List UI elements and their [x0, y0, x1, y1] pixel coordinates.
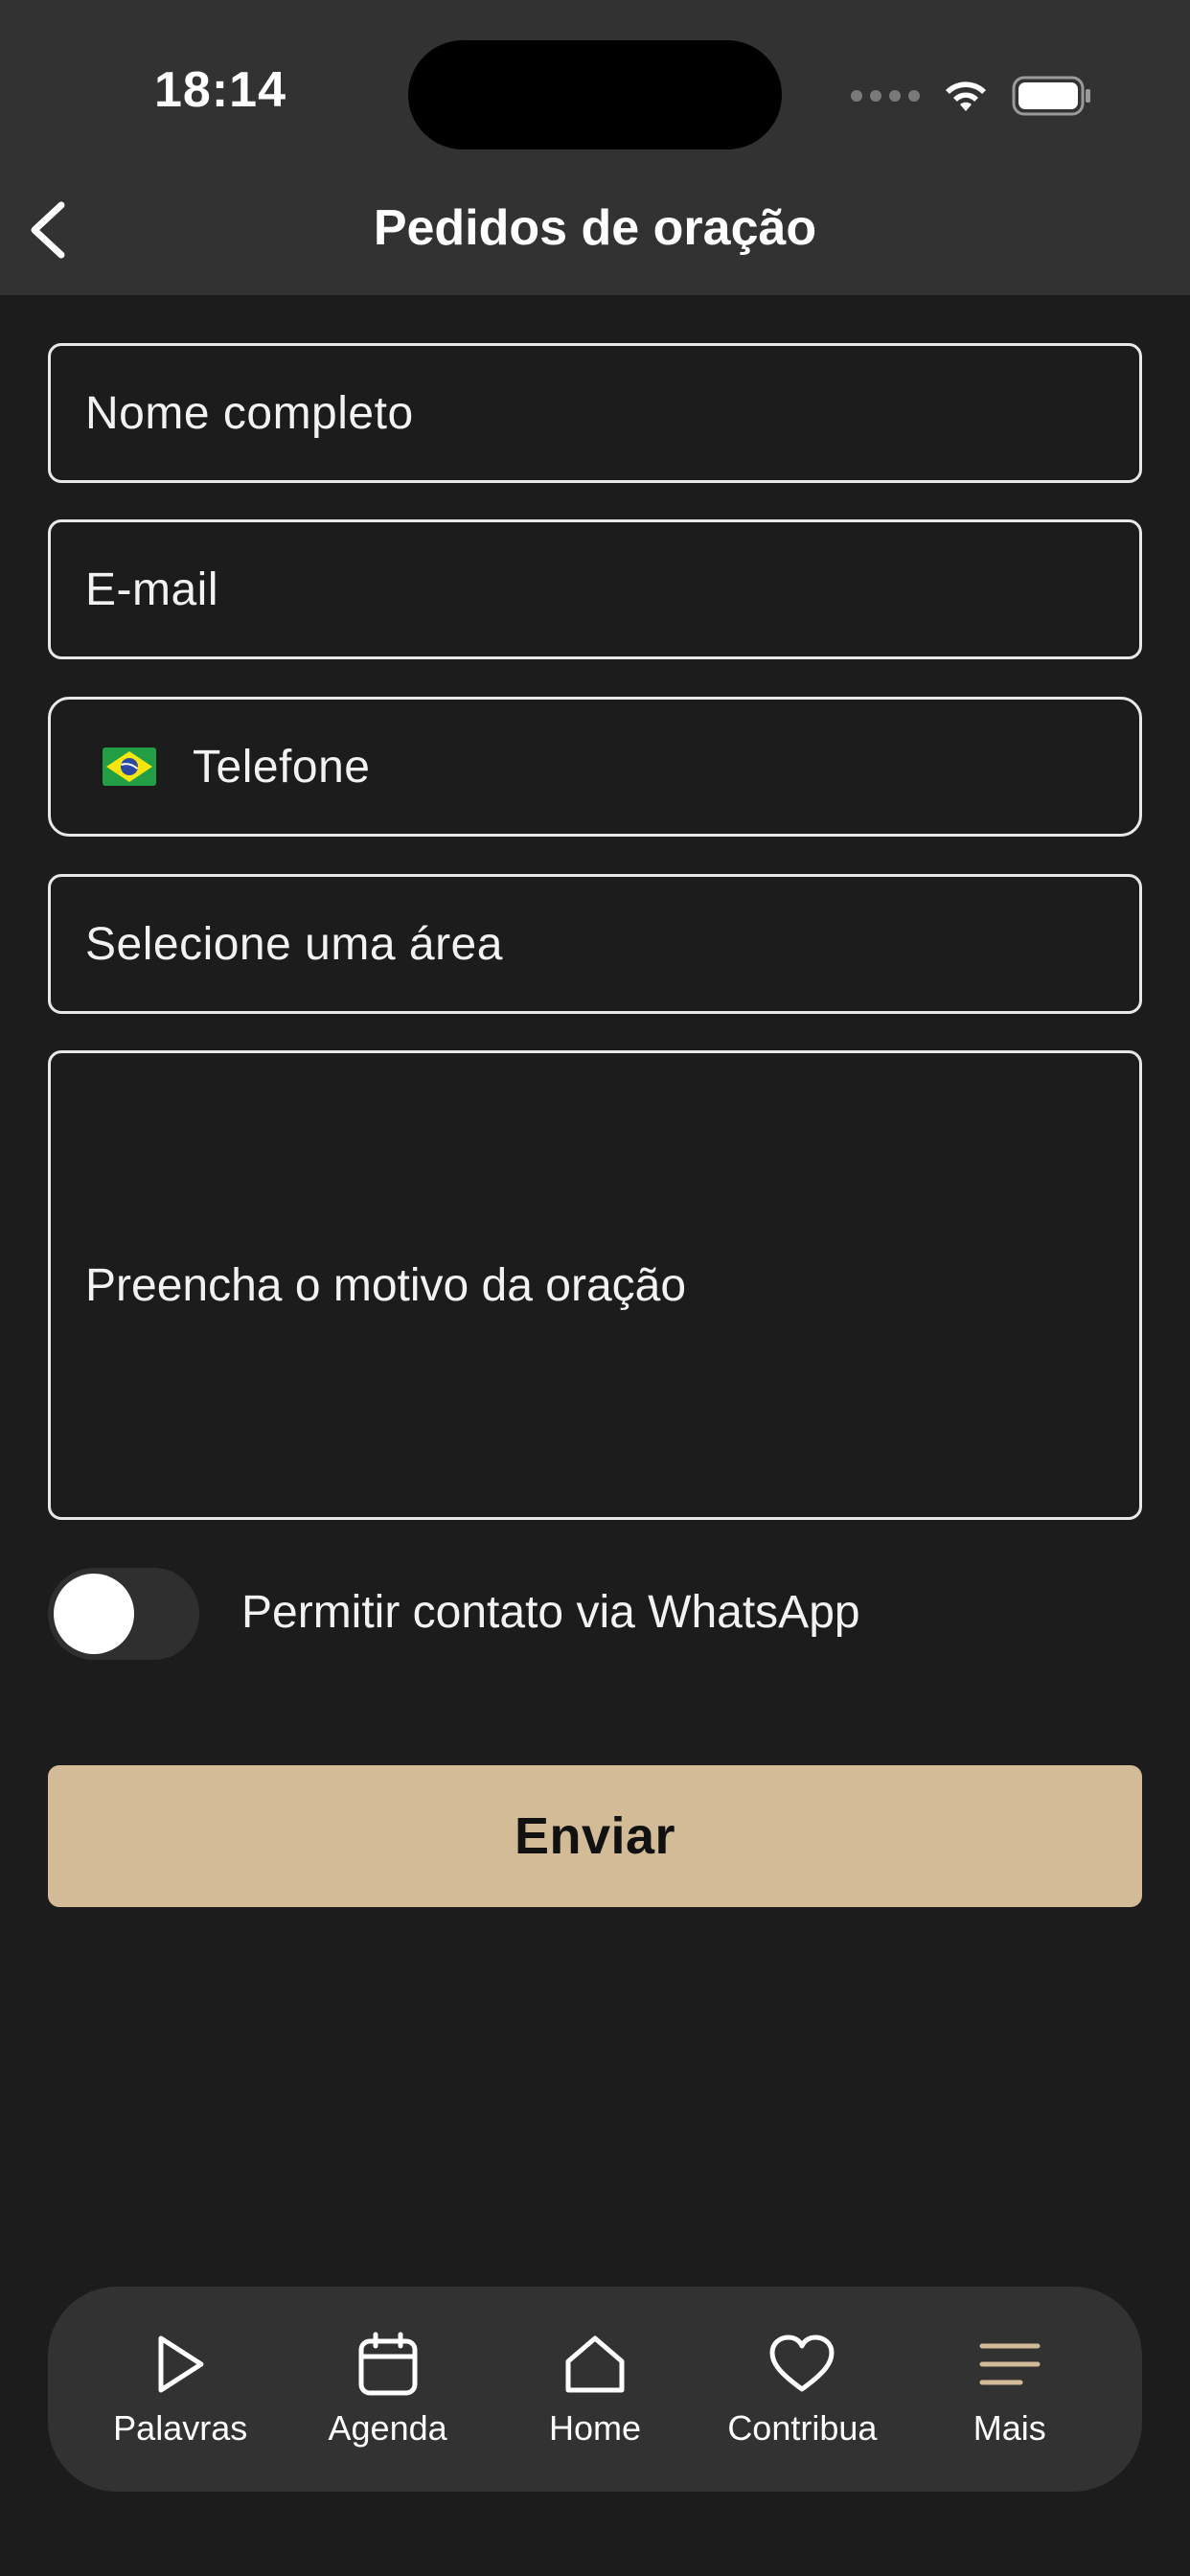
tab-contribua[interactable]: Contribua [701, 2330, 903, 2449]
full-name-field[interactable]: Nome completo [48, 343, 1142, 483]
whatsapp-toggle-label: Permitir contato via WhatsApp [241, 1587, 860, 1638]
status-icons [851, 69, 1092, 123]
prayer-reason-textarea[interactable]: Preencha o motivo da oração [48, 1050, 1142, 1520]
email-placeholder: E-mail [85, 564, 219, 615]
tab-label: Contribua [727, 2408, 878, 2448]
area-placeholder: Selecione uma área [85, 918, 503, 970]
phone-placeholder: Telefone [193, 741, 371, 793]
tab-label: Home [548, 2408, 641, 2448]
phone-field[interactable]: Telefone [48, 697, 1142, 837]
tab-agenda[interactable]: Agenda [287, 2330, 489, 2449]
full-name-placeholder: Nome completo [85, 387, 414, 439]
area-select[interactable]: Selecione uma área [48, 874, 1142, 1014]
page-title: Pedidos de oração [373, 200, 817, 256]
email-field[interactable]: E-mail [48, 519, 1142, 659]
play-icon [146, 2330, 215, 2399]
screen: 18:14 Pedidos de oração Nome completo E-… [0, 0, 1190, 2576]
calendar-icon [354, 2330, 423, 2399]
tab-home[interactable]: Home [494, 2330, 696, 2449]
tab-bar: Palavras Agenda Home Contribua Mais [48, 2287, 1142, 2492]
tab-label: Palavras [113, 2408, 248, 2448]
top-bar: 18:14 Pedidos de oração [0, 0, 1190, 295]
heart-icon [767, 2330, 836, 2399]
home-icon [561, 2330, 629, 2399]
battery-icon [1012, 76, 1090, 116]
submit-button[interactable]: Enviar [48, 1765, 1142, 1907]
toggle-knob [54, 1574, 134, 1654]
cellular-signal-icon [851, 90, 920, 102]
tab-label: Agenda [328, 2408, 447, 2448]
whatsapp-toggle[interactable] [48, 1568, 199, 1660]
menu-icon [975, 2330, 1044, 2399]
status-time: 18:14 [154, 62, 286, 118]
tab-palavras[interactable]: Palavras [80, 2330, 281, 2449]
prayer-reason-placeholder: Preencha o motivo da oração [85, 1259, 687, 1311]
dynamic-island [408, 40, 782, 150]
tab-label: Mais [973, 2408, 1046, 2448]
wifi-icon [946, 81, 986, 111]
brazil-flag-icon[interactable] [103, 748, 156, 786]
tab-mais[interactable]: Mais [909, 2330, 1110, 2449]
